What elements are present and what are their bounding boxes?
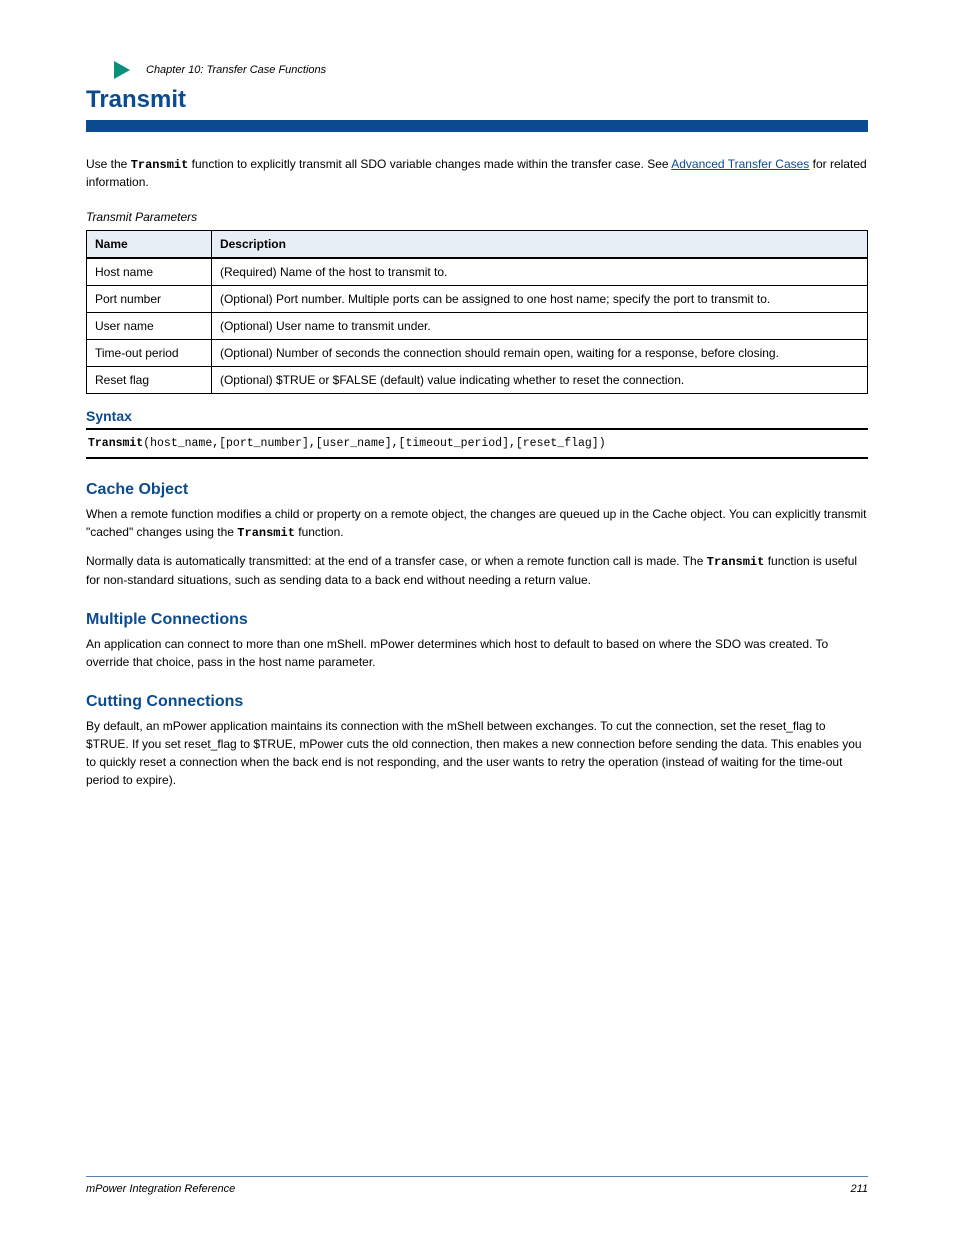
parameters-table: Name Description Host name(Required) Nam… <box>86 230 868 394</box>
title-underline-bar <box>86 120 868 132</box>
table-header-row: Name Description <box>87 230 868 258</box>
section-heading: Cutting Connections <box>86 693 868 711</box>
table-row: Reset flag(Optional) $TRUE or $FALSE (de… <box>87 366 868 393</box>
table-cell: User name <box>87 312 212 339</box>
table-caption: Transmit Parameters <box>86 210 868 224</box>
body-paragraph: Normally data is automatically transmitt… <box>86 552 868 589</box>
table-cell: (Optional) User name to transmit under. <box>211 312 867 339</box>
page-title: Transmit <box>86 86 868 114</box>
table-cell: Port number <box>87 285 212 312</box>
table-header-cell: Description <box>211 230 867 258</box>
body-paragraph: When a remote function modifies a child … <box>86 505 868 542</box>
table-row: User name(Optional) User name to transmi… <box>87 312 868 339</box>
footer-left: mPower Integration Reference <box>86 1183 235 1195</box>
chapter-label: Chapter 10: Transfer Case Functions <box>146 64 326 76</box>
footer-rule <box>86 1176 868 1177</box>
body-paragraph: By default, an mPower application mainta… <box>86 717 868 789</box>
table-cell: Host name <box>87 258 212 286</box>
table-row: Port number(Optional) Port number. Multi… <box>87 285 868 312</box>
table-cell: (Optional) Port number. Multiple ports c… <box>211 285 867 312</box>
body-paragraph: An application can connect to more than … <box>86 635 868 671</box>
table-header-cell: Name <box>87 230 212 258</box>
table-row: Time-out period(Optional) Number of seco… <box>87 339 868 366</box>
syntax-code: Transmit(host_name,[port_number],[user_n… <box>86 428 868 460</box>
table-cell: Time-out period <box>87 339 212 366</box>
table-cell: Reset flag <box>87 366 212 393</box>
syntax-heading: Syntax <box>86 408 868 424</box>
intro-text: Use the Transmit function to explicitly … <box>86 156 868 192</box>
footer-page-number: 211 <box>850 1183 868 1195</box>
section-heading: Cache Object <box>86 481 868 499</box>
table-cell: (Optional) Number of seconds the connect… <box>211 339 867 366</box>
table-row: Host name(Required) Name of the host to … <box>87 258 868 286</box>
section-heading: Multiple Connections <box>86 611 868 629</box>
page-footer: mPower Integration Reference 211 <box>86 1176 868 1195</box>
table-cell: (Required) Name of the host to transmit … <box>211 258 867 286</box>
play-icon <box>112 60 132 80</box>
table-cell: (Optional) $TRUE or $FALSE (default) val… <box>211 366 867 393</box>
